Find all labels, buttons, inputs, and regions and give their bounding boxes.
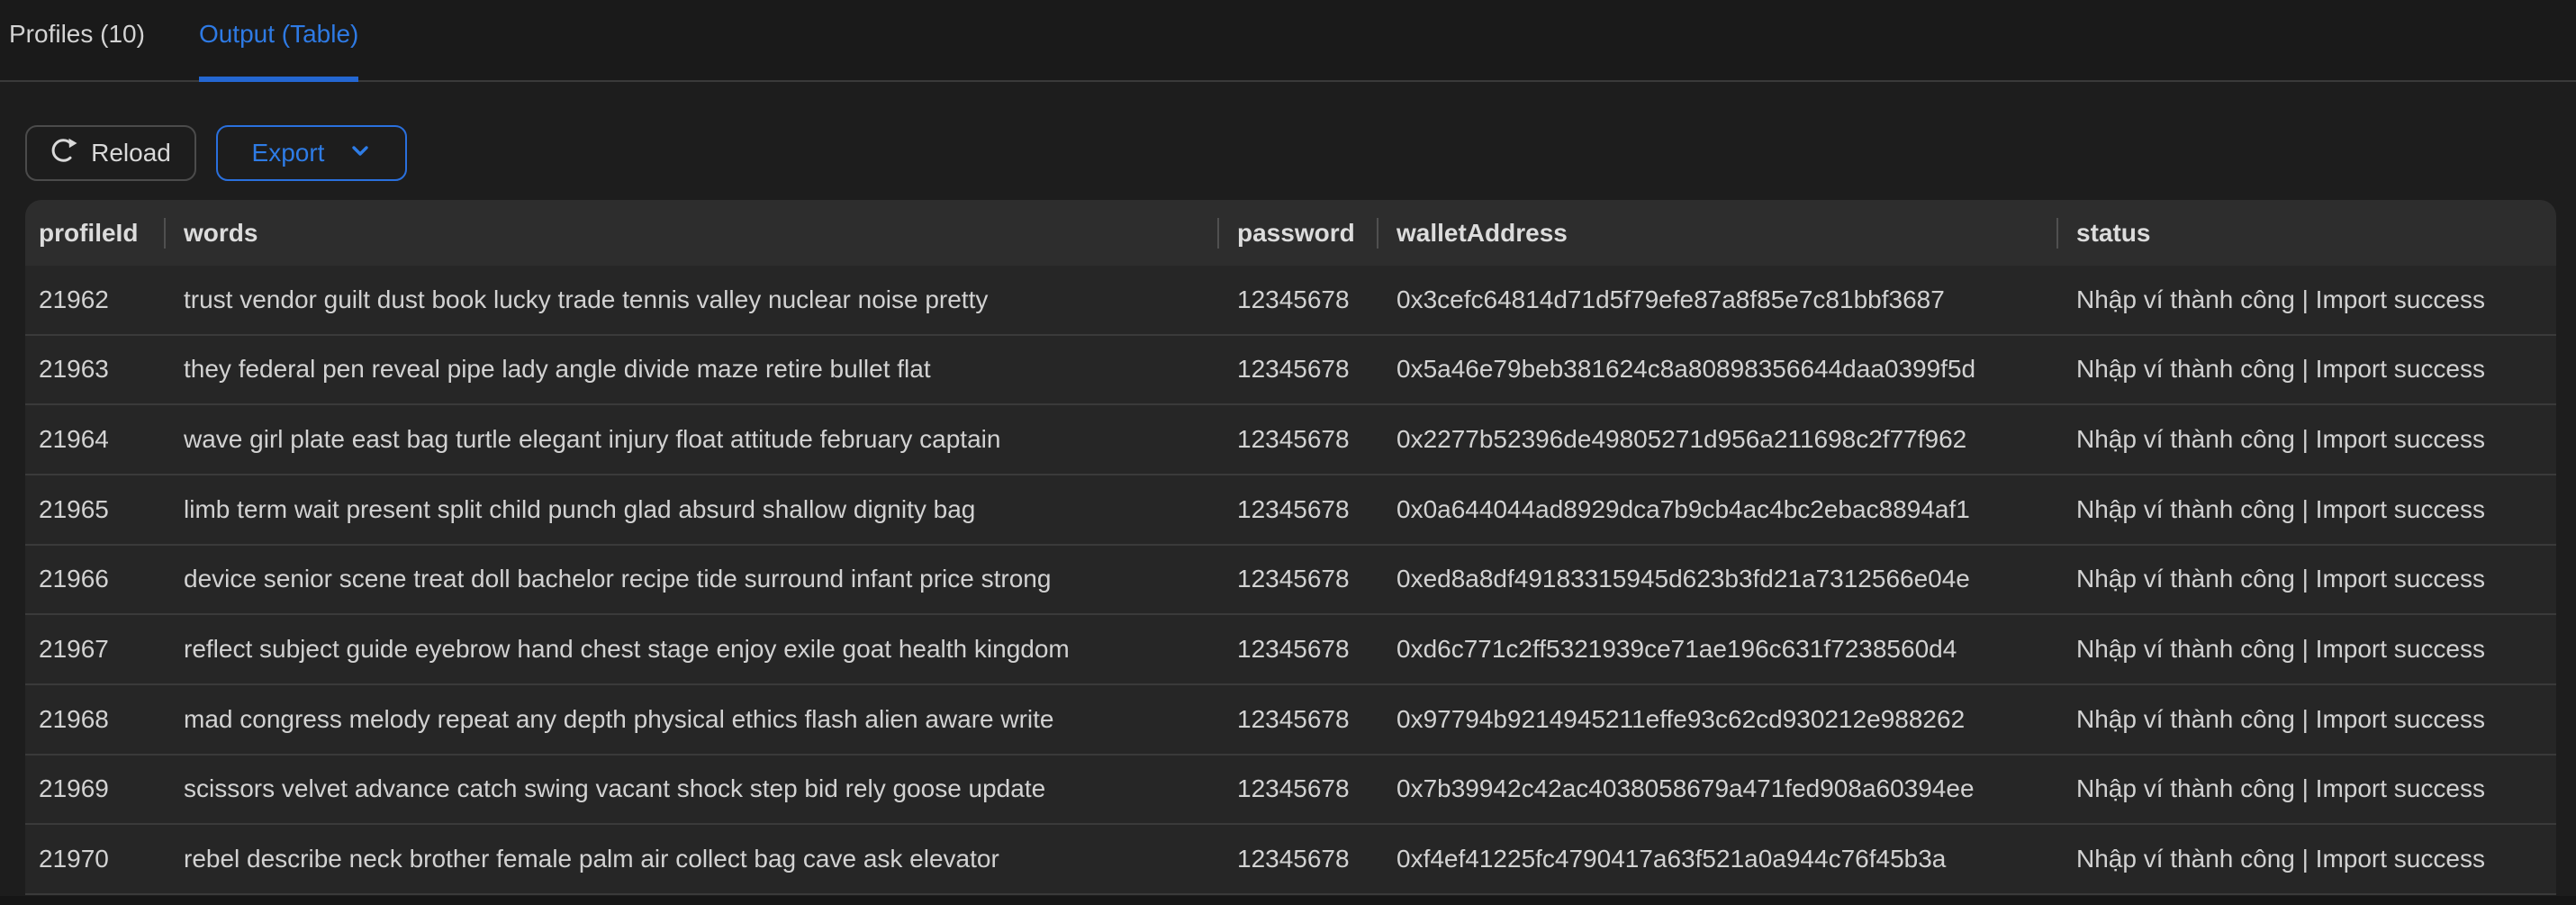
cell-words: scissors velvet advance catch swing vaca… <box>164 774 1217 803</box>
table-row: 21963 they federal pen reveal pipe lady … <box>25 336 2556 406</box>
cell-profileId: 21965 <box>25 495 164 524</box>
table-row: 21965 limb term wait present split child… <box>25 475 2556 546</box>
cell-password: 12345678 <box>1217 774 1377 803</box>
cell-walletAddress: 0x2277b52396de49805271d956a211698c2f77f9… <box>1377 425 2056 454</box>
table-row: 21969 scissors velvet advance catch swin… <box>25 756 2556 826</box>
column-header-profileId: profileId <box>25 219 164 248</box>
cell-password: 12345678 <box>1217 635 1377 664</box>
tab-profiles[interactable]: Profiles (10) <box>9 0 145 80</box>
cell-password: 12345678 <box>1217 705 1377 734</box>
cell-status: Nhập ví thành công | Import success <box>2056 355 2556 384</box>
cell-password: 12345678 <box>1217 495 1377 524</box>
cell-profileId: 21969 <box>25 774 164 803</box>
table-body: 21962 trust vendor guilt dust book lucky… <box>25 266 2556 895</box>
cell-walletAddress: 0xf4ef41225fc4790417a63f521a0a944c76f45b… <box>1377 845 2056 873</box>
cell-words: mad congress melody repeat any depth phy… <box>164 705 1217 734</box>
cell-walletAddress: 0xed8a8df49183315945d623b3fd21a7312566e0… <box>1377 565 2056 593</box>
cell-profileId: 21964 <box>25 425 164 454</box>
output-table: profileId words password walletAddress s… <box>25 200 2556 895</box>
cell-password: 12345678 <box>1217 845 1377 873</box>
cell-status: Nhập ví thành công | Import success <box>2056 495 2556 524</box>
cell-status: Nhập ví thành công | Import success <box>2056 705 2556 734</box>
bottom-clip-edge <box>0 896 2576 905</box>
cell-words: trust vendor guilt dust book lucky trade… <box>164 285 1217 314</box>
cell-walletAddress: 0xd6c771c2ff5321939ce71ae196c631f7238560… <box>1377 635 2056 664</box>
cell-words: they federal pen reveal pipe lady angle … <box>164 355 1217 384</box>
table-header-row: profileId words password walletAddress s… <box>25 200 2556 266</box>
cell-password: 12345678 <box>1217 565 1377 593</box>
cell-words: limb term wait present split child punch… <box>164 495 1217 524</box>
table-row: 21968 mad congress melody repeat any dep… <box>25 685 2556 756</box>
cell-words: rebel describe neck brother female palm … <box>164 845 1217 873</box>
column-header-password: password <box>1217 219 1377 248</box>
cell-words: device senior scene treat doll bachelor … <box>164 565 1217 593</box>
export-button[interactable]: Export <box>216 125 407 181</box>
column-header-walletAddress: walletAddress <box>1377 219 2056 248</box>
table-row: 21966 device senior scene treat doll bac… <box>25 546 2556 616</box>
table-row: 21967 reflect subject guide eyebrow hand… <box>25 615 2556 685</box>
cell-profileId: 21962 <box>25 285 164 314</box>
reload-button[interactable]: Reload <box>25 125 196 181</box>
table-row: 21964 wave girl plate east bag turtle el… <box>25 405 2556 475</box>
cell-status: Nhập ví thành công | Import success <box>2056 425 2556 454</box>
chevron-down-icon <box>349 139 371 167</box>
reload-button-label: Reload <box>91 139 171 167</box>
cell-walletAddress: 0x5a46e79beb381624c8a80898356644daa0399f… <box>1377 355 2056 384</box>
cell-status: Nhập ví thành công | Import success <box>2056 845 2556 873</box>
cell-walletAddress: 0x3cefc64814d71d5f79efe87a8f85e7c81bbf36… <box>1377 285 2056 314</box>
column-header-status: status <box>2056 219 2556 248</box>
reload-icon <box>50 137 77 170</box>
toolbar: Reload Export <box>25 125 407 181</box>
export-button-label: Export <box>252 139 325 167</box>
cell-password: 12345678 <box>1217 425 1377 454</box>
cell-profileId: 21963 <box>25 355 164 384</box>
cell-status: Nhập ví thành công | Import success <box>2056 565 2556 593</box>
cell-profileId: 21967 <box>25 635 164 664</box>
cell-profileId: 21968 <box>25 705 164 734</box>
cell-status: Nhập ví thành công | Import success <box>2056 285 2556 314</box>
cell-profileId: 21970 <box>25 845 164 873</box>
cell-status: Nhập ví thành công | Import success <box>2056 635 2556 664</box>
cell-words: wave girl plate east bag turtle elegant … <box>164 425 1217 454</box>
cell-status: Nhập ví thành công | Import success <box>2056 774 2556 803</box>
tab-bar: Profiles (10) Output (Table) <box>0 0 2576 82</box>
table-row: 21970 rebel describe neck brother female… <box>25 825 2556 895</box>
cell-profileId: 21966 <box>25 565 164 593</box>
table-row: 21962 trust vendor guilt dust book lucky… <box>25 266 2556 336</box>
cell-words: reflect subject guide eyebrow hand chest… <box>164 635 1217 664</box>
tab-output-table[interactable]: Output (Table) <box>199 0 358 80</box>
cell-walletAddress: 0x7b39942c42ac4038058679a471fed908a60394… <box>1377 774 2056 803</box>
cell-walletAddress: 0x97794b9214945211effe93c62cd930212e9882… <box>1377 705 2056 734</box>
cell-password: 12345678 <box>1217 355 1377 384</box>
cell-walletAddress: 0x0a644044ad8929dca7b9cb4ac4bc2ebac8894a… <box>1377 495 2056 524</box>
cell-password: 12345678 <box>1217 285 1377 314</box>
column-header-words: words <box>164 219 1217 248</box>
